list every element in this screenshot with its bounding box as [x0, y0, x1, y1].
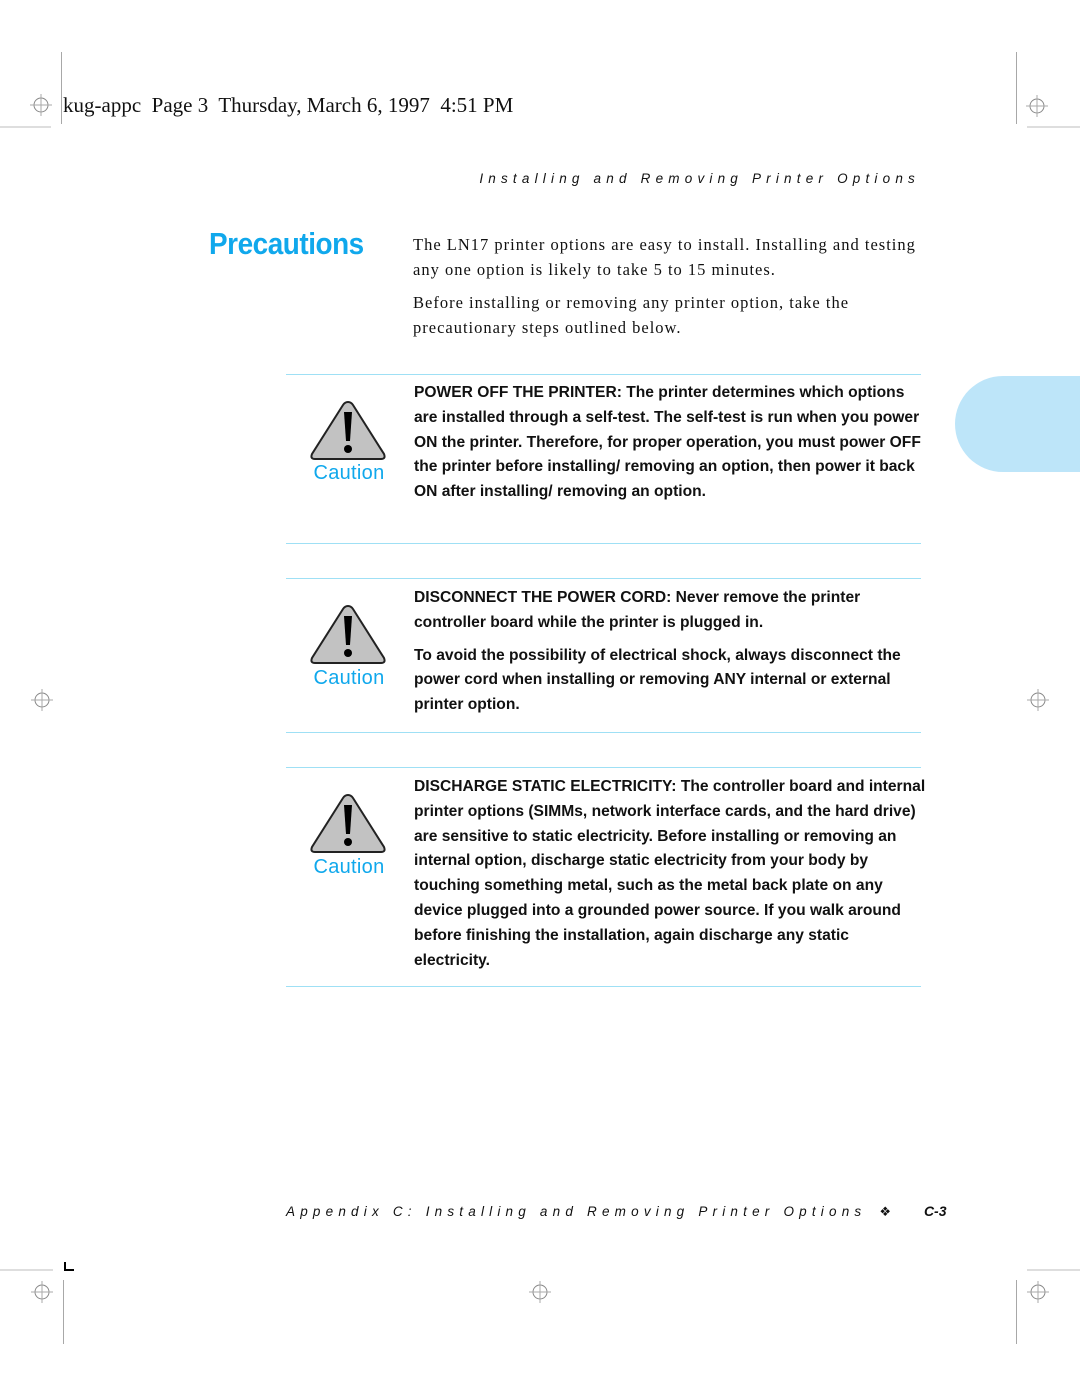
caution-paragraph: DISCONNECT THE POWER CORD: Never remove … [414, 589, 861, 631]
divider [286, 543, 921, 544]
running-header: Installing and Removing Printer Options [479, 171, 920, 186]
warning-triangle-icon [308, 602, 388, 666]
document-slug: kug-appc Page 3 Thursday, March 6, 1997 … [63, 93, 514, 117]
crop-mark [0, 126, 51, 128]
section-title: Precautions [209, 226, 364, 261]
crop-mark [1016, 1280, 1017, 1344]
chapter-thumb-tab [955, 376, 1080, 472]
registration-mark-icon [31, 1281, 53, 1303]
crop-mark [1016, 52, 1017, 124]
caution-text: POWER OFF THE PRINTER: The printer deter… [414, 381, 929, 513]
footer-text: Appendix C: Installing and Removing Prin… [286, 1204, 867, 1219]
caution-text: DISCHARGE STATIC ELECTRICITY: The contro… [414, 775, 929, 981]
registration-mark-icon [1027, 689, 1049, 711]
crop-mark [0, 1269, 53, 1271]
crop-mark [1027, 126, 1080, 128]
registration-mark-icon [30, 94, 52, 116]
diamond-ornament-icon: ❖ [879, 1204, 891, 1219]
registration-mark-icon [31, 689, 53, 711]
registration-mark-icon [1027, 1281, 1049, 1303]
divider [286, 986, 921, 987]
divider [286, 732, 921, 733]
registration-mark-icon [529, 1281, 551, 1303]
page-number: C-3 [923, 1203, 947, 1219]
caution-label: Caution [313, 462, 385, 484]
crop-mark [61, 52, 62, 124]
intro-paragraph: Before installing or removing any printe… [413, 293, 850, 337]
divider [286, 578, 921, 579]
warning-triangle-icon [308, 791, 388, 855]
caution-label: Caution [313, 856, 385, 878]
registration-mark-icon [1026, 95, 1048, 117]
caution-label: Caution [313, 667, 385, 689]
corner-mark [64, 1262, 74, 1271]
caution-text: DISCONNECT THE POWER CORD: Never remove … [414, 586, 929, 726]
page-footer: Appendix C: Installing and Removing Prin… [286, 1203, 947, 1220]
divider [286, 374, 921, 375]
intro-paragraph: The LN17 printer options are easy to ins… [413, 235, 916, 279]
caution-paragraph: POWER OFF THE PRINTER: The printer deter… [414, 384, 921, 501]
divider [286, 767, 921, 768]
caution-paragraph: DISCHARGE STATIC ELECTRICITY: The contro… [414, 778, 926, 969]
intro-text: The LN17 printer options are easy to ins… [413, 232, 933, 348]
crop-mark [63, 1280, 64, 1344]
warning-triangle-icon [308, 398, 388, 462]
caution-paragraph: To avoid the possibility of electrical s… [414, 646, 901, 714]
crop-mark [1027, 1269, 1080, 1271]
